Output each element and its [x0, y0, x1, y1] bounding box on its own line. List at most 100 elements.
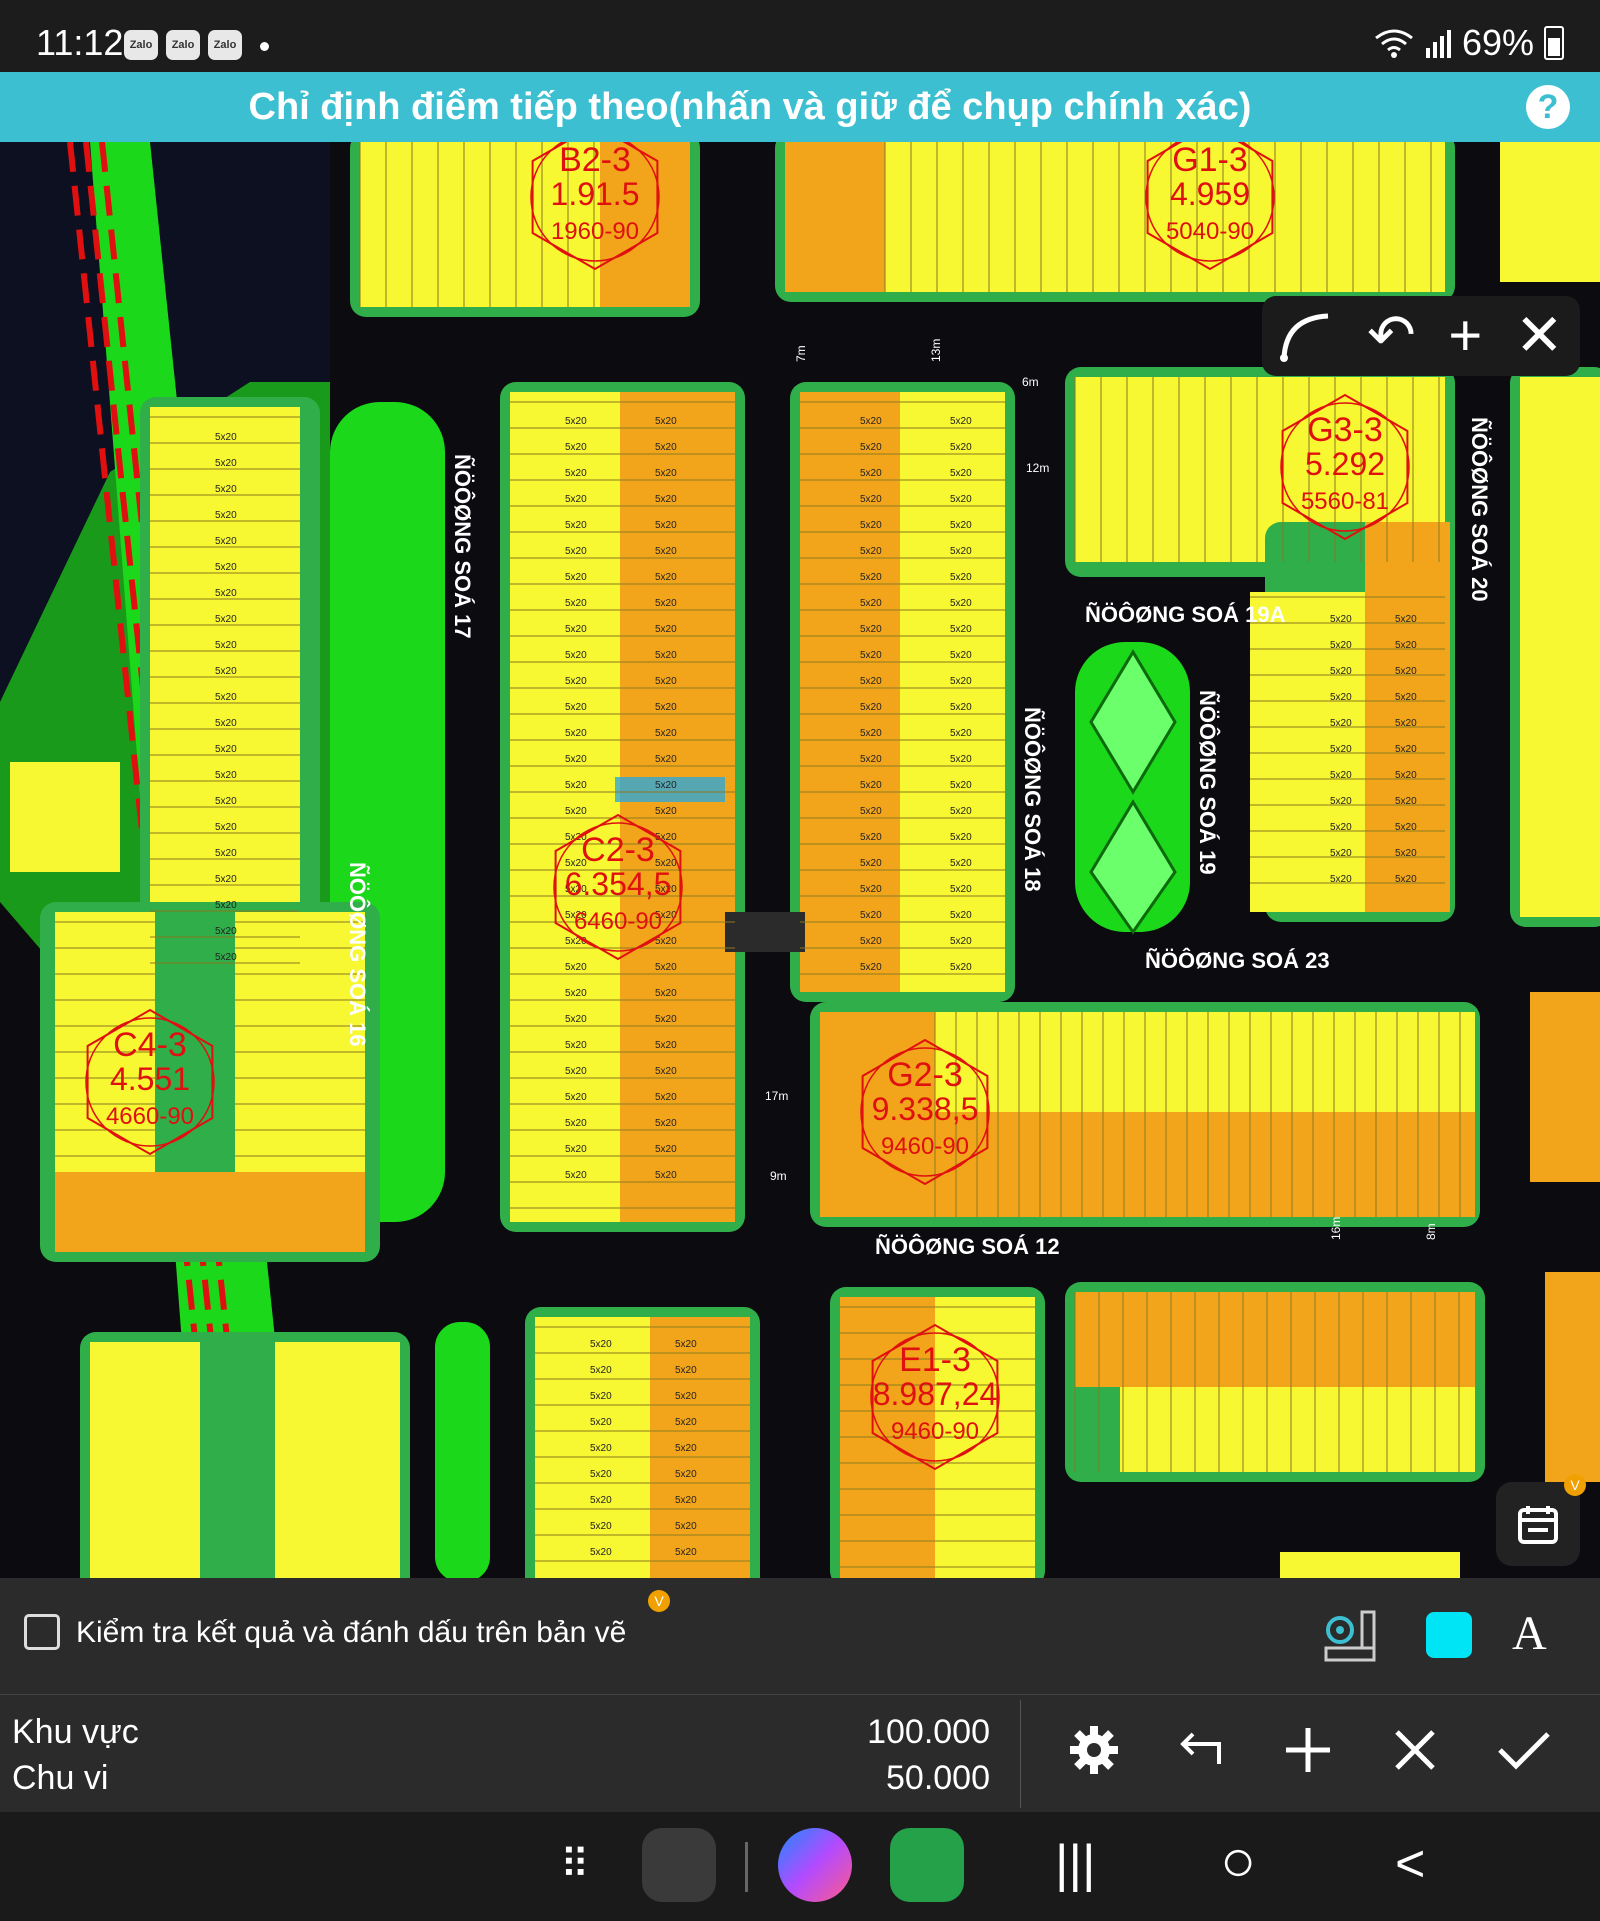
lot-size-label: 5x20 — [860, 546, 882, 557]
lot-size-label: 5x20 — [565, 598, 587, 609]
block-name: G3-3 — [1307, 411, 1383, 449]
verify-results-checkbox[interactable] — [24, 1614, 60, 1650]
lot-size-label: 5x20 — [860, 468, 882, 479]
area-value: 100.000 — [867, 1713, 990, 1751]
lot-size-label: 5x20 — [860, 728, 882, 739]
close-icon — [1395, 1730, 1435, 1770]
lot-size-label: 5x20 — [590, 1443, 612, 1454]
cancel-measure-button[interactable] — [1389, 1724, 1441, 1786]
verify-results-label[interactable]: Kiểm tra kết quả và đánh dấu trên bản vẽ — [76, 1616, 626, 1650]
block-code: 9460-90 — [881, 1133, 969, 1160]
help-button[interactable]: ? — [1526, 85, 1570, 129]
app-drawer-icon[interactable]: ⠿ — [560, 1842, 593, 1888]
lot-size-label: 5x20 — [565, 1118, 587, 1129]
checkmark-icon — [1498, 1732, 1551, 1770]
svg-text:17m: 17m — [765, 1089, 788, 1103]
text-size-icon[interactable]: A — [1512, 1606, 1547, 1661]
lot-size-label: 5x20 — [950, 442, 972, 453]
lot-size-label: 5x20 — [215, 536, 237, 547]
lot-size-label: 5x20 — [215, 484, 237, 495]
instruction-header: Chỉ định điểm tiếp theo(nhấn và giữ để c… — [0, 72, 1600, 142]
calendar-button[interactable]: V — [1496, 1474, 1586, 1566]
street-label-23: ÑÖÔØNG SOÁ 23 — [1145, 948, 1330, 973]
lot-size-label: 5x20 — [1395, 744, 1417, 755]
lot-size-label: 5x20 — [215, 614, 237, 625]
block-code: 9460-90 — [891, 1418, 979, 1445]
lot-size-label: 5x20 — [655, 702, 677, 713]
block-area: 4.551 — [110, 1061, 190, 1097]
lot-size-label: 5x20 — [675, 1417, 697, 1428]
lot-size-label: 5x20 — [675, 1521, 697, 1532]
lot-size-label: 5x20 — [860, 858, 882, 869]
street-label-19a: ÑÖÔØNG SOÁ 19A — [1085, 602, 1286, 627]
home-button[interactable]: ○ — [1220, 1826, 1256, 1895]
lot-size-label: 5x20 — [1330, 744, 1352, 755]
settings-gear-button[interactable] — [1068, 1724, 1120, 1786]
block-name: C4-3 — [113, 1026, 187, 1064]
plus-icon — [1285, 1728, 1330, 1772]
street-label-20: ÑÖÔØNG SOÁ 20 — [1467, 417, 1492, 602]
svg-text:9m: 9m — [770, 1169, 787, 1183]
settings-ruler-icon[interactable] — [1318, 1608, 1378, 1664]
block-code: 4660-90 — [106, 1103, 194, 1130]
undo-arrow-icon — [1179, 1732, 1221, 1764]
lot-size-label: 5x20 — [590, 1495, 612, 1506]
lot-size-label: 5x20 — [565, 806, 587, 817]
svg-text:13m: 13m — [929, 339, 943, 362]
perimeter-label: Chu vi — [12, 1759, 109, 1797]
svg-text:8m: 8m — [1424, 1223, 1438, 1240]
battery-icon — [1544, 26, 1564, 60]
block-name: G1-3 — [1172, 142, 1248, 179]
vpn-shield-app-icon[interactable] — [890, 1828, 964, 1902]
arc-tool-icon[interactable] — [1278, 308, 1334, 364]
lot-size-label: 5x20 — [565, 624, 587, 635]
back-button[interactable]: < — [1395, 1834, 1425, 1894]
svg-text:7m: 7m — [794, 345, 808, 362]
svg-text:12m: 12m — [1026, 461, 1049, 475]
lot-size-label: 5x20 — [655, 780, 677, 791]
lot-size-label: 5x20 — [590, 1469, 612, 1480]
street-label-16: ÑÖÔØNG SOÁ 16 — [345, 862, 370, 1047]
messenger-app-icon[interactable] — [778, 1828, 852, 1902]
check-badge: V — [648, 1590, 670, 1612]
confirm-measure-button[interactable] — [1496, 1724, 1552, 1786]
add-point-action-button[interactable] — [1282, 1724, 1334, 1786]
lot-size-label: 5x20 — [655, 728, 677, 739]
lot-size-label: 5x20 — [1330, 848, 1352, 859]
lot-size-label: 5x20 — [860, 936, 882, 947]
lot-size-label: 5x20 — [655, 468, 677, 479]
lot-size-label: 5x20 — [950, 624, 972, 635]
lot-size-label: 5x20 — [565, 962, 587, 973]
add-point-button[interactable]: + — [1448, 307, 1482, 365]
street-label-19: ÑÖÔØNG SOÁ 19 — [1195, 690, 1220, 875]
lot-size-label: 5x20 — [655, 1040, 677, 1051]
calendar-icon — [1518, 1506, 1558, 1544]
block-name: B2-3 — [559, 142, 631, 179]
color-swatch[interactable] — [1426, 1612, 1472, 1658]
undo-tool-button[interactable]: ↶ — [1367, 307, 1416, 365]
lot-size-label: 5x20 — [950, 572, 972, 583]
map-canvas[interactable]: 7m 13m 6m 12m 17m 9m 8m 16m ÑÖÔØNG SOÁ 1… — [0, 142, 1600, 1578]
lot-size-label: 5x20 — [860, 962, 882, 973]
lot-size-label: 5x20 — [860, 832, 882, 843]
lot-size-label: 5x20 — [655, 598, 677, 609]
lot-size-label: 5x20 — [565, 988, 587, 999]
lot-size-label: 5x20 — [950, 702, 972, 713]
lot-size-label: 5x20 — [655, 806, 677, 817]
lot-size-label: 5x20 — [565, 416, 587, 427]
lot-size-label: 5x20 — [565, 1092, 587, 1103]
lot-size-label: 5x20 — [950, 546, 972, 557]
lot-size-label: 5x20 — [215, 952, 237, 963]
undo-point-button[interactable] — [1175, 1724, 1227, 1786]
status-bar: 11:12 Zalo Zalo Zalo 69% — [0, 0, 1600, 72]
small-park-19 — [1075, 642, 1190, 935]
close-tool-button[interactable]: ✕ — [1515, 307, 1564, 365]
lot-size-label: 5x20 — [655, 494, 677, 505]
recents-button[interactable]: ||| — [1055, 1834, 1096, 1894]
lot-size-label: 5x20 — [565, 754, 587, 765]
app-folder-icon[interactable] — [642, 1828, 716, 1902]
lot-size-label: 5x20 — [950, 832, 972, 843]
lot-size-label: 5x20 — [1395, 796, 1417, 807]
lot-size-label: 5x20 — [565, 468, 587, 479]
lot-size-label: 5x20 — [565, 1066, 587, 1077]
